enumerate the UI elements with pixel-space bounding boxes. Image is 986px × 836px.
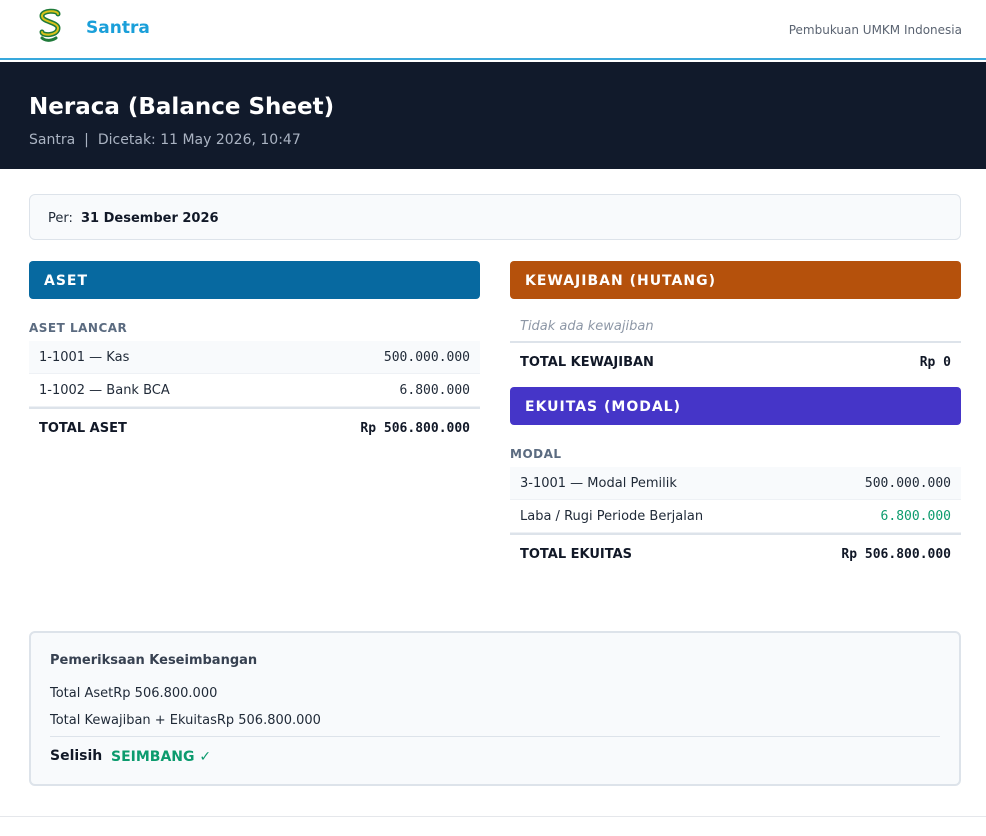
selisih-label: Selisih	[50, 748, 103, 764]
print-date: Dicetak: 11 May 2026, 10:47	[97, 132, 301, 148]
period-box: Per: 31 Desember 2026	[29, 194, 961, 240]
account-amount: 500.000.000	[864, 475, 951, 491]
balance-check-title: Pemeriksaan Keseimbangan	[50, 653, 258, 668]
total-aset-line: Total AsetRp 506.800.000	[50, 686, 218, 701]
account-amount: 500.000.000	[383, 349, 470, 365]
report-meta: Santra | Dicetak: 11 May 2026, 10:47	[29, 132, 301, 148]
report-header: Neraca (Balance Sheet) Santra | Dicetak: 1…	[0, 62, 986, 169]
account-name: 1-1002 — Bank BCA	[39, 382, 170, 398]
ekuitas-heading: EKUITAS (MODAL)	[510, 387, 961, 425]
account-name: 1-1001 — Kas	[39, 349, 130, 365]
total-amount: Rp 506.800.000	[841, 546, 951, 562]
account-name: 3-1001 — Modal Pemilik	[520, 475, 677, 491]
balance-status-badge: SEIMBANG ✓	[111, 749, 212, 765]
brand-name[interactable]: Santra	[86, 18, 150, 38]
period-label: Per:	[48, 211, 73, 226]
table-row: 3-1001 — Modal Pemilik 500.000.000	[510, 467, 961, 500]
tagline: Pembukuan UMKM Indonesia	[788, 23, 962, 37]
total-amount: Rp 0	[919, 354, 951, 370]
top-bar: Santra Pembukuan UMKM Indonesia	[0, 0, 986, 60]
account-amount: 6.800.000	[399, 382, 470, 398]
kewajiban-empty-text: Tidak ada kewajiban	[520, 319, 654, 334]
aset-column: ASET ASET LANCAR 1-1001 — Kas 500.000.00…	[29, 261, 480, 447]
kewajiban-total-row: TOTAL KEWAJIBAN Rp 0	[510, 341, 961, 381]
total-amount: Rp 506.800.000	[360, 420, 470, 436]
table-row: 1-1001 — Kas 500.000.000	[29, 341, 480, 374]
total-label: TOTAL ASET	[39, 420, 127, 436]
meta-separator: |	[84, 132, 89, 148]
divider	[50, 736, 940, 737]
total-label: TOTAL KEWAJIBAN	[520, 354, 654, 370]
page-title: Neraca (Balance Sheet)	[29, 94, 335, 120]
account-name: Laba / Rugi Periode Berjalan	[520, 508, 704, 524]
total-label: TOTAL EKUITAS	[520, 546, 633, 562]
aset-group-label: ASET LANCAR	[29, 321, 128, 335]
account-amount: 6.800.000	[880, 508, 951, 524]
aset-total-row: TOTAL ASET Rp 506.800.000	[29, 407, 480, 447]
company-name: Santra	[29, 132, 76, 148]
table-row: Laba / Rugi Periode Berjalan 6.800.000	[510, 500, 961, 533]
aset-heading: ASET	[29, 261, 480, 299]
table-row: 1-1002 — Bank BCA 6.800.000	[29, 374, 480, 407]
footer-divider	[0, 816, 986, 817]
balance-check-box: Pemeriksaan Keseimbangan Total AsetRp 50…	[29, 631, 961, 786]
kewajiban-ekuitas-column: KEWAJIBAN (HUTANG) Tidak ada kewajiban T…	[510, 261, 961, 573]
ekuitas-total-row: TOTAL EKUITAS Rp 506.800.000	[510, 533, 961, 573]
period-value: 31 Desember 2026	[81, 211, 219, 226]
ekuitas-group-label: MODAL	[510, 447, 562, 461]
total-kewajiban-ekuitas-line: Total Kewajiban + EkuitasRp 506.800.000	[50, 713, 321, 728]
kewajiban-heading: KEWAJIBAN (HUTANG)	[510, 261, 961, 299]
santra-logo-icon	[39, 8, 61, 42]
